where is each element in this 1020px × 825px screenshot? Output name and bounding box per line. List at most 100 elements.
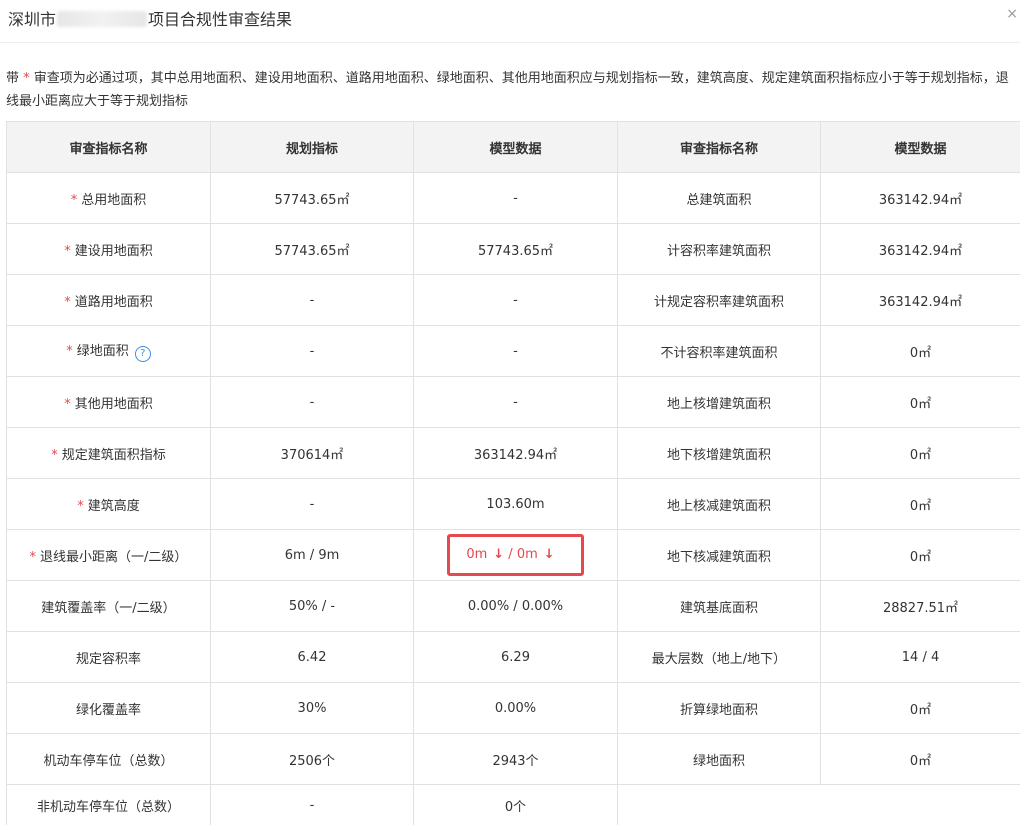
required-star: * (64, 295, 71, 310)
plan-value: 6.42 (211, 632, 414, 683)
indicator-name: 其他用地面积 (75, 397, 153, 412)
model-value: 6.29 (414, 632, 618, 683)
model-value-2: 0㎡ (821, 530, 1020, 581)
plan-value: 30% (211, 683, 414, 734)
indicator-name-cell: *退线最小距离（一/二级） (7, 530, 211, 581)
plan-value: - (211, 377, 414, 428)
plan-value: - (211, 326, 414, 377)
indicator-name-2: 地下核增建筑面积 (618, 428, 821, 479)
model-value-2: 0㎡ (821, 377, 1020, 428)
close-icon[interactable]: × (1006, 6, 1018, 22)
arrow-down-icon: ↓ (544, 547, 555, 562)
plan-value: 57743.65㎡ (211, 224, 414, 275)
title-suffix: 项目合规性审查结果 (148, 10, 292, 29)
indicator-name-cell: * 建筑高度 (7, 479, 211, 530)
indicator-name-cell: *规定建筑面积指标 (7, 428, 211, 479)
model-value: 57743.65㎡ (414, 224, 618, 275)
required-star: * (77, 499, 84, 514)
empty-cell (618, 785, 1020, 825)
table-row: *道路用地面积 - - 计规定容积率建筑面积 363142.94㎡ (7, 275, 1020, 326)
table-row: * 其他用地面积 - - 地上核增建筑面积 0㎡ (7, 377, 1020, 428)
model-value-2: 0㎡ (821, 326, 1020, 377)
required-star: * (64, 397, 71, 412)
model-value-2: 14 / 4 (821, 632, 1020, 683)
indicator-name-2: 地上核增建筑面积 (618, 377, 821, 428)
indicator-name: 道路用地面积 (75, 295, 153, 310)
failed-check-highlight: 0m↓ / 0m↓ (447, 534, 583, 576)
model-value: 0个 (414, 785, 618, 825)
model-value-2: 0㎡ (821, 479, 1020, 530)
model-value: 2943个 (414, 734, 618, 785)
indicator-name: 绿地面积 (77, 344, 129, 359)
table-row: 规定容积率 6.42 6.29 最大层数（地上/地下） 14 / 4 (7, 632, 1020, 683)
model-value-2: 363142.94㎡ (821, 224, 1020, 275)
table-row: *总用地面积 57743.65㎡ - 总建筑面积 363142.94㎡ (7, 173, 1020, 224)
table-row: 建筑覆盖率（一/二级） 50% / - 0.00% / 0.00% 建筑基底面积… (7, 581, 1020, 632)
table-row: 机动车停车位（总数） 2506个 2943个 绿地面积 0㎡ (7, 734, 1020, 785)
indicator-name: 总用地面积 (81, 193, 146, 208)
required-star: * (66, 344, 73, 359)
header-model-data-2: 模型数据 (821, 122, 1020, 173)
indicator-name-2: 计容积率建筑面积 (618, 224, 821, 275)
notice-text: 审查项为必通过项，其中总用地面积、建设用地面积、道路用地面积、绿地面积、其他用地… (6, 71, 1009, 109)
plan-value: - (211, 275, 414, 326)
table-row: * 建设用地面积 57743.65㎡ 57743.65㎡ 计容积率建筑面积 363… (7, 224, 1020, 275)
indicator-name-2: 地上核减建筑面积 (618, 479, 821, 530)
plan-value: 370614㎡ (211, 428, 414, 479)
header-plan-indicator: 规划指标 (211, 122, 414, 173)
model-value: - (414, 173, 618, 224)
table-header-row: 审查指标名称 规划指标 模型数据 审查指标名称 模型数据 (7, 122, 1020, 173)
model-value: 0.00% / 0.00% (414, 581, 618, 632)
dialog-title: 深圳市 项目合规性审查结果 (8, 6, 292, 30)
indicator-name: 建筑高度 (88, 499, 140, 514)
model-value-primary: 0m (466, 547, 487, 562)
review-table: 审查指标名称 规划指标 模型数据 审查指标名称 模型数据 *总用地面积 5774… (6, 121, 1020, 825)
table-row: 绿化覆盖率 30% 0.00% 折算绿地面积 0㎡ (7, 683, 1020, 734)
model-value: 0.00% (414, 683, 618, 734)
required-star: * (64, 244, 71, 259)
indicator-name-2: 不计容积率建筑面积 (618, 326, 821, 377)
indicator-name: 非机动车停车位（总数） (7, 785, 211, 825)
model-value-2: 28827.51㎡ (821, 581, 1020, 632)
indicator-name: 建筑覆盖率（一/二级） (7, 581, 211, 632)
plan-value: - (211, 479, 414, 530)
table-row: *规定建筑面积指标 370614㎡ 363142.94㎡ 地下核增建筑面积 0㎡ (7, 428, 1020, 479)
indicator-name-cell: * 道路用地面积 (7, 275, 211, 326)
indicator-name: 规定建筑面积指标 (62, 448, 166, 463)
table-row: *绿地面积? - - 不计容积率建筑面积 0㎡ (7, 326, 1020, 377)
dialog-header: 深圳市 项目合规性审查结果 × (0, 0, 1020, 43)
review-notice: 带 * 审查项为必通过项，其中总用地面积、建设用地面积、道路用地面积、绿地面积、… (6, 67, 1018, 113)
indicator-name-2: 建筑基底面积 (618, 581, 821, 632)
plan-value: 57743.65㎡ (211, 173, 414, 224)
model-value-2: 0㎡ (821, 683, 1020, 734)
indicator-name-2: 地下核减建筑面积 (618, 530, 821, 581)
title-prefix: 深圳市 (8, 10, 56, 29)
plan-value: - (211, 785, 414, 825)
indicator-name-cell: *总用地面积 (7, 173, 211, 224)
model-value: 103.60m (414, 479, 618, 530)
model-value-secondary: 0m (517, 547, 538, 562)
model-value: - (414, 275, 618, 326)
indicator-name-cell: * 绿地面积? (7, 326, 211, 377)
indicator-name: 退线最小距离（一/二级） (40, 550, 187, 565)
header-model-data: 模型数据 (414, 122, 618, 173)
header-indicator-name-2: 审查指标名称 (618, 122, 821, 173)
indicator-name: 机动车停车位（总数） (7, 734, 211, 785)
model-value-separator: / (504, 547, 517, 562)
indicator-name-2: 总建筑面积 (618, 173, 821, 224)
indicator-name-2: 绿地面积 (618, 734, 821, 785)
header-indicator-name: 审查指标名称 (7, 122, 211, 173)
indicator-name: 规定容积率 (7, 632, 211, 683)
indicator-name: 建设用地面积 (75, 244, 153, 259)
notice-lead: 带 (6, 71, 19, 86)
indicator-name-2: 最大层数（地上/地下） (618, 632, 821, 683)
required-star: * (30, 550, 37, 565)
model-value-2: 0㎡ (821, 734, 1020, 785)
indicator-name-2: 折算绿地面积 (618, 683, 821, 734)
model-value-cell: 0m↓ / 0m↓ (414, 530, 618, 581)
help-icon[interactable]: ? (135, 346, 151, 362)
indicator-name-cell: * 建设用地面积 (7, 224, 211, 275)
model-value-2: 363142.94㎡ (821, 173, 1020, 224)
required-star: * (71, 193, 78, 208)
model-value: - (414, 377, 618, 428)
